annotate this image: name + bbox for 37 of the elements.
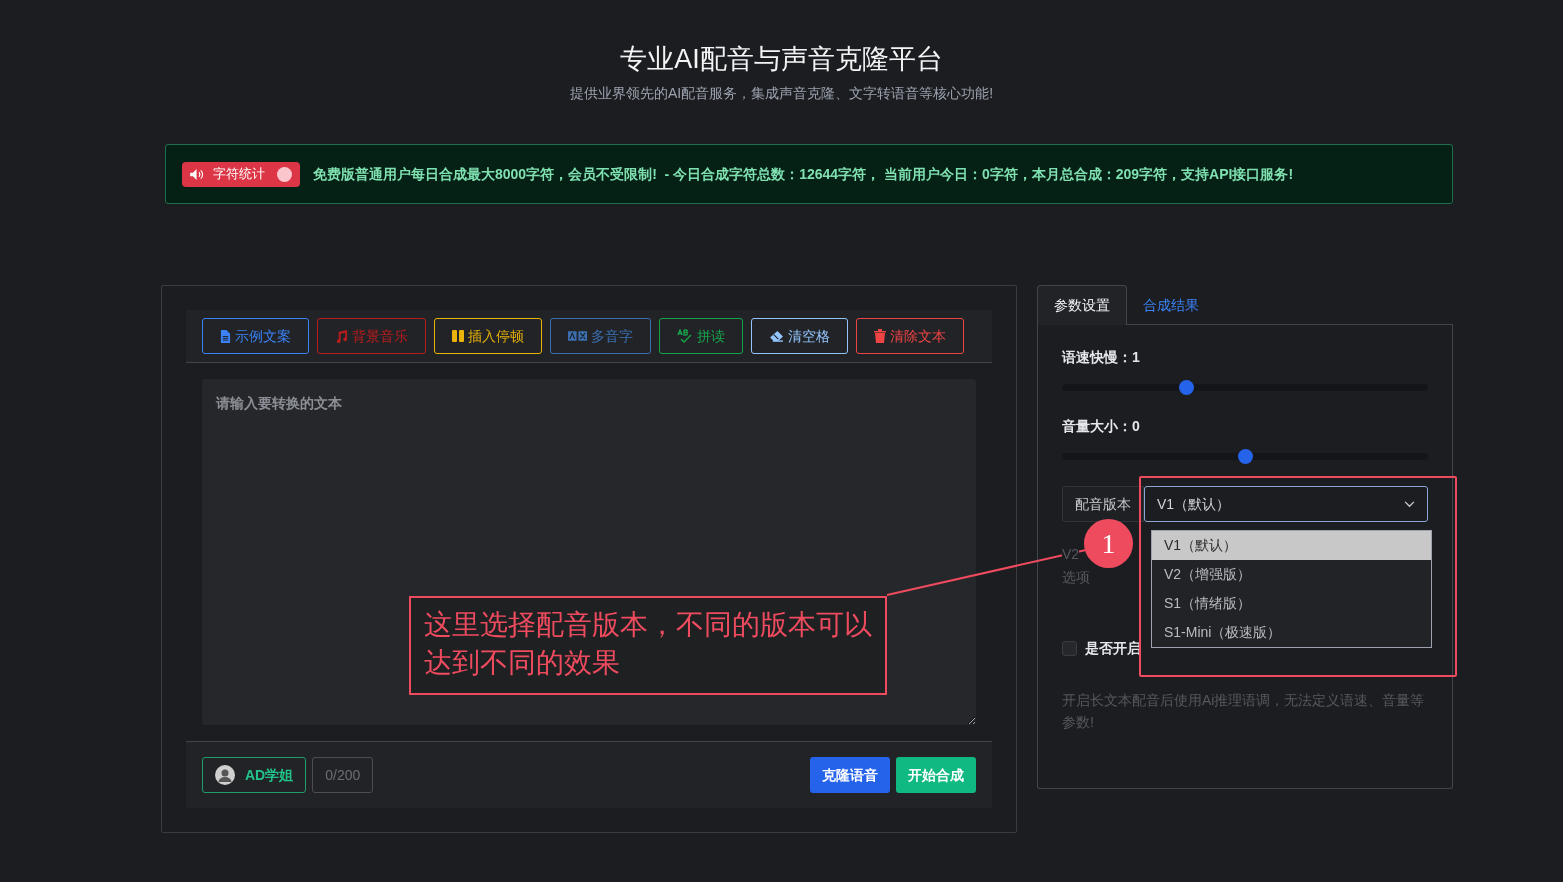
checkbox[interactable] — [1062, 641, 1077, 656]
slider-label: 语速快慢：1 — [1062, 348, 1141, 367]
toolbar-button[interactable]: 示例文案 — [202, 318, 309, 354]
trash-icon — [874, 329, 886, 343]
toolbar-button[interactable]: 清除文本 — [856, 318, 964, 354]
tab[interactable]: 参数设置 — [1037, 285, 1127, 326]
toolbar-button[interactable]: 拼读 — [659, 318, 743, 354]
toolbar-button[interactable]: 插入停顿 — [434, 318, 542, 354]
page-title: 专业AI配音与声音克隆平台 — [620, 43, 943, 76]
spellcheck-icon — [677, 329, 693, 343]
hint-text: 选项 — [1062, 568, 1090, 587]
slider-label: 音量大小：0 — [1062, 417, 1141, 436]
version-label: 配音版本 — [1062, 486, 1144, 522]
badge-label: 字符统计 — [213, 165, 265, 184]
slider-thumb[interactable] — [1238, 449, 1253, 464]
voice-button[interactable]: AD学姐 — [202, 757, 307, 794]
character-counter: 0/200 — [312, 757, 374, 794]
annotation-text: 这里选择配音版本，不同的版本可以达到不同的效果 — [409, 596, 887, 695]
tab[interactable]: 合成结果 — [1127, 285, 1215, 325]
menu-option[interactable]: S1（情绪版） — [1152, 589, 1431, 618]
toolbar-button[interactable]: 清空格 — [751, 318, 848, 354]
speaker-icon — [190, 168, 205, 180]
notice-text: 免费版普通用户每日合成最大8000字符，会员不受限制! - 今日合成字符总数：12644字符， 当前用户今日：0字符，本月总合成：209字符，支持API接口服务! — [313, 164, 1294, 184]
menu-option[interactable]: V1（默认） — [1152, 531, 1431, 560]
avatar-icon — [215, 765, 235, 786]
menu-option[interactable]: S1-Mini（极速版） — [1152, 618, 1431, 647]
eraser-icon — [769, 330, 784, 342]
translate-icon — [568, 331, 587, 341]
document-icon — [220, 329, 231, 343]
action-button[interactable]: 克隆语音 — [810, 757, 890, 794]
menu-option[interactable]: V2（增强版） — [1152, 560, 1431, 589]
music-note-icon — [335, 329, 348, 343]
version-select[interactable]: V1（默认） — [1144, 486, 1428, 522]
pause-icon — [452, 330, 464, 342]
slider-thumb[interactable] — [1179, 380, 1195, 395]
page-subtitle: 提供业界领先的AI配音服务，集成声音克隆、文字转语音等核心功能! — [569, 84, 994, 103]
chevron-down-icon — [1404, 500, 1415, 508]
